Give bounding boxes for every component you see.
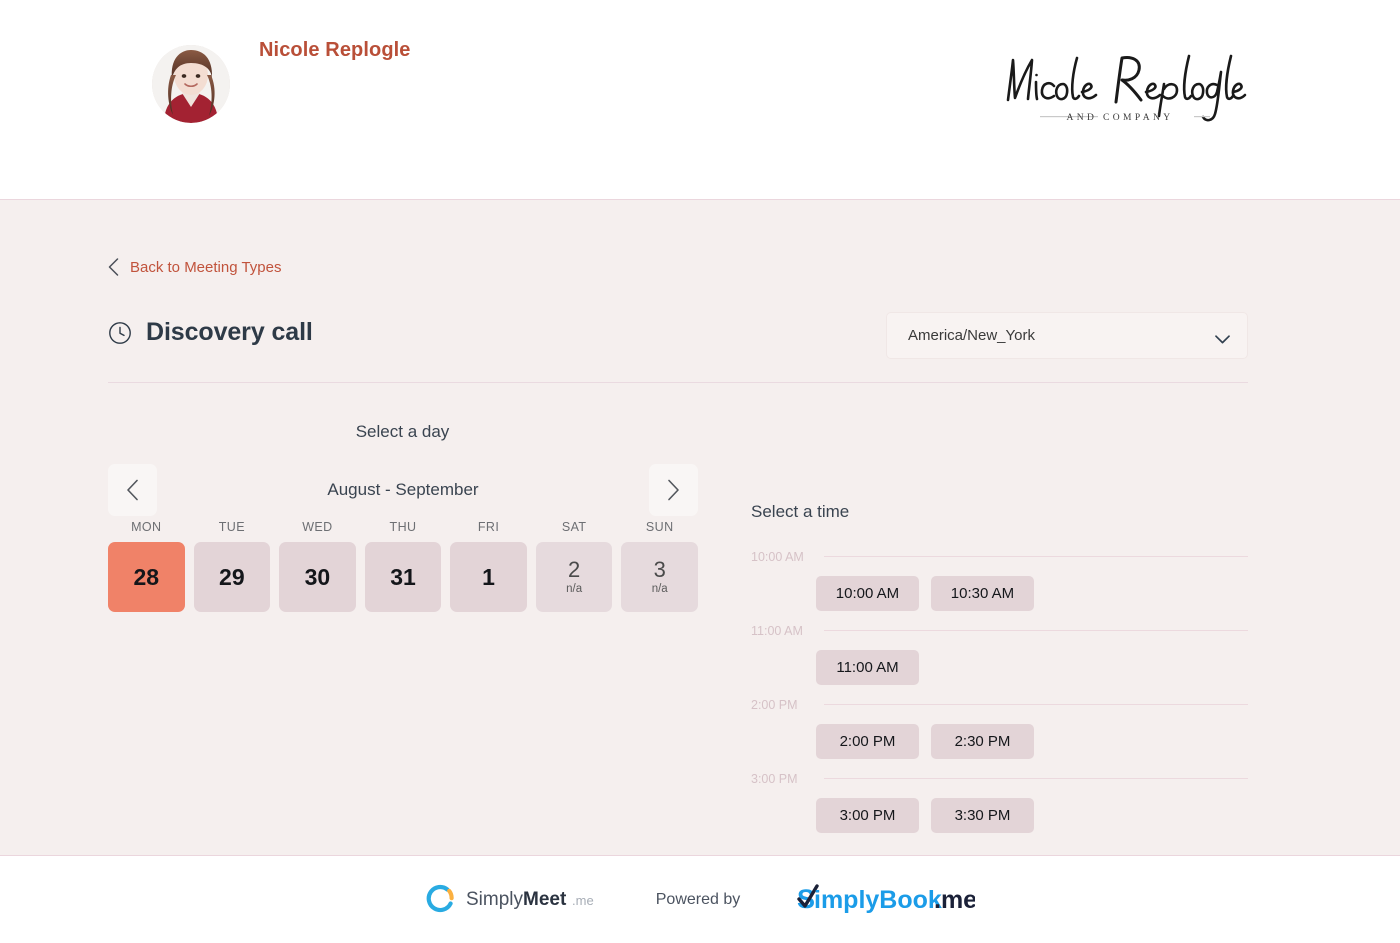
timezone-value: America/New_York: [908, 327, 1035, 344]
time-slot-button[interactable]: 2:00 PM: [816, 724, 919, 759]
day-cell[interactable]: 29: [193, 542, 271, 612]
day-number: 30: [304, 563, 331, 590]
calendar-month-range: August - September: [327, 480, 479, 499]
select-time-label: Select a time: [751, 502, 850, 521]
weekday-label: TUE: [218, 520, 245, 534]
day-cell-disabled: 2 n/a: [535, 542, 613, 612]
back-to-meeting-types-link[interactable]: Back to Meeting Types: [108, 258, 281, 276]
day-cell[interactable]: 30: [279, 542, 356, 612]
site-header: Nicole Replogle AND COMPANY: [0, 0, 1400, 200]
hour-label: 3:00 PM: [751, 771, 798, 786]
clock-icon: [108, 321, 132, 345]
time-slot-button[interactable]: 2:30 PM: [931, 724, 1034, 759]
day-number: 31: [390, 563, 416, 590]
day-number: 28: [133, 563, 160, 590]
day-cell-row: 28 29 30 31 1 2 n/a 3 n/a: [108, 542, 698, 612]
svg-text:implyBook: implyBook: [814, 886, 942, 914]
hour-marker: 11:00 AM: [751, 622, 1248, 639]
hour-rule: [824, 630, 1248, 631]
provider-name: Nicole Replogle: [259, 39, 411, 61]
chevron-left-icon: [108, 258, 119, 276]
svg-text:Meet: Meet: [523, 889, 567, 910]
meeting-title-group: Discovery call: [108, 318, 313, 347]
svg-text:Simply: Simply: [466, 889, 524, 910]
slot-row: 11:00 AM: [751, 639, 1248, 696]
hour-marker: 2:00 PM: [751, 696, 1248, 713]
day-cell[interactable]: 1: [450, 542, 527, 612]
day-unavailable-note: n/a: [566, 582, 583, 595]
day-number: 1: [482, 563, 495, 590]
slot-row: 3:00 PM 3:30 PM: [751, 787, 1248, 844]
hour-group: 11:00 AM 11:00 AM: [751, 622, 1248, 696]
hour-group: 10:00 AM 10:00 AM 10:30 AM: [751, 548, 1248, 622]
back-link-label: Back to Meeting Types: [130, 258, 282, 276]
content-container: Back to Meeting Types Discovery call Ame…: [108, 200, 1248, 855]
day-cell[interactable]: 31: [364, 542, 442, 612]
hour-group: 2:00 PM 2:00 PM 2:30 PM: [751, 696, 1248, 770]
day-number: 3: [653, 556, 666, 582]
day-number: 2: [568, 556, 581, 582]
page-title: Discovery call: [146, 318, 313, 346]
meeting-header: Discovery call America/New_York: [108, 312, 1248, 359]
select-day-label: Select a day: [355, 422, 450, 441]
weekday-label: FRI: [477, 520, 500, 534]
hour-rule: [824, 556, 1248, 557]
time-slot-button[interactable]: 10:00 AM: [816, 576, 919, 611]
calendar-nav: August - September: [108, 464, 698, 516]
hour-rule: [824, 778, 1248, 779]
next-week-button[interactable]: [649, 464, 698, 516]
header-divider: [108, 382, 1248, 383]
simplybook-logo[interactable]: S implyBook .me: [797, 883, 975, 916]
hour-label: 11:00 AM: [751, 623, 803, 638]
simplymeet-wordmark: Simply Meet .me: [466, 887, 599, 912]
hour-label: 10:00 AM: [751, 549, 804, 564]
hour-label: 2:00 PM: [751, 697, 798, 712]
calendar-panel: Select a day August - September MON TUE …: [108, 422, 698, 612]
weekday-label: SUN: [645, 520, 674, 534]
brand-logo: AND COMPANY: [998, 42, 1248, 132]
previous-week-button[interactable]: [108, 464, 157, 516]
booking-body: Back to Meeting Types Discovery call Ame…: [0, 200, 1400, 856]
chevron-down-icon: [1215, 331, 1230, 344]
avatar: [152, 45, 230, 123]
time-slot-button[interactable]: 10:30 AM: [931, 576, 1034, 611]
svg-text:AND COMPANY: AND COMPANY: [1067, 113, 1174, 123]
time-slot-button[interactable]: 11:00 AM: [816, 650, 919, 685]
simplybook-wordmark: S implyBook .me: [797, 883, 975, 916]
weekday-label: SAT: [561, 520, 587, 534]
simplymeet-icon: [425, 884, 456, 915]
hour-marker: 3:00 PM: [751, 770, 1248, 787]
weekday-label: THU: [389, 520, 417, 534]
time-slot-button[interactable]: 3:00 PM: [816, 798, 919, 833]
weekday-label: MON: [131, 520, 162, 534]
slot-row: 10:00 AM 10:30 AM: [751, 565, 1248, 622]
site-footer: Simply Meet .me Powered by S implyBook .…: [0, 856, 1400, 943]
time-panel: Select a time 10:00 AM 10:00 AM 10:30 AM: [751, 502, 1248, 844]
svg-text:.me: .me: [934, 886, 975, 914]
day-unavailable-note: n/a: [651, 582, 668, 595]
booking-page: Nicole Replogle AND COMPANY Back to Meet…: [0, 0, 1400, 943]
day-cell[interactable]: 28: [108, 542, 185, 612]
time-slot-button[interactable]: 3:30 PM: [931, 798, 1034, 833]
simplymeet-logo[interactable]: Simply Meet .me: [425, 884, 599, 915]
svg-text:.me: .me: [572, 893, 594, 908]
day-number: 29: [219, 563, 245, 590]
weekday-label: WED: [302, 520, 333, 534]
timezone-select[interactable]: America/New_York: [886, 312, 1248, 359]
powered-by-label: Powered by: [655, 890, 741, 908]
weekday-header-row: MON TUE WED THU FRI SAT SUN: [108, 520, 698, 534]
hour-group: 3:00 PM 3:00 PM 3:30 PM: [751, 770, 1248, 844]
slot-row: 2:00 PM 2:30 PM: [751, 713, 1248, 770]
hour-rule: [824, 704, 1248, 705]
day-cell-disabled: 3 n/a: [621, 542, 698, 612]
hour-marker: 10:00 AM: [751, 548, 1248, 565]
